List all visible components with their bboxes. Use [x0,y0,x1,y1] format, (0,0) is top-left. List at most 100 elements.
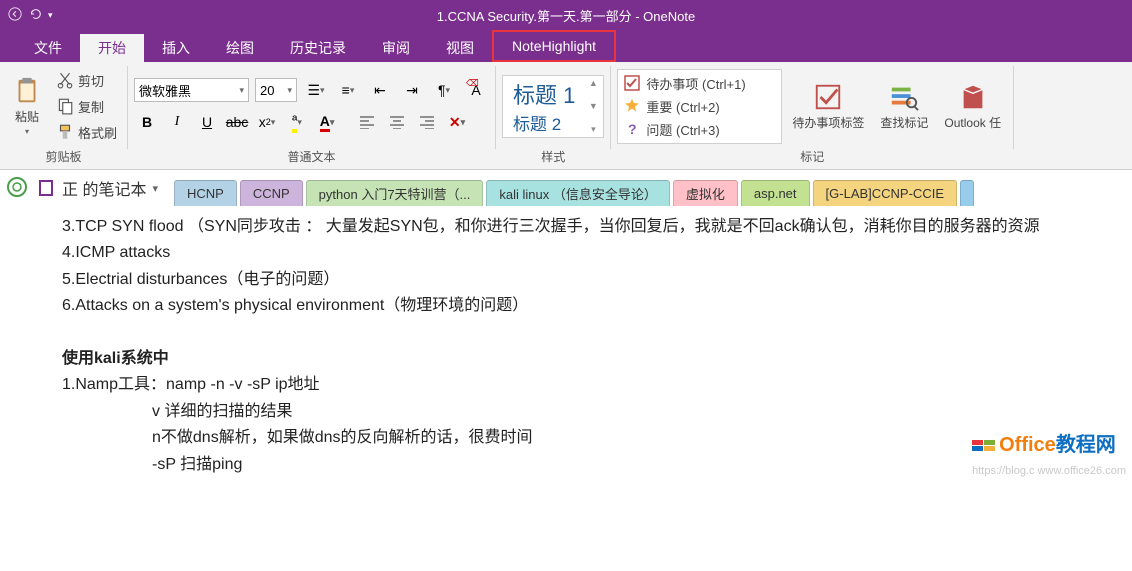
paste-label: 粘贴 [15,108,39,125]
align-center-button[interactable] [384,109,410,135]
style-heading1[interactable]: 标题 1 [513,78,575,110]
page-content[interactable]: 3.TCP SYN flood （SYN同步攻击 ： 大量发起SYN包，和你进行… [0,206,1132,486]
font-color-button[interactable]: A▾ [314,109,340,135]
number-list-button[interactable]: ≡▾ [335,77,361,103]
undo-button[interactable] [28,7,42,24]
tab-draw[interactable]: 绘图 [208,34,272,62]
watermark-url: https://blog.c www.office26.com [972,462,1126,480]
content-line: v 详细的扫描的结果 [62,399,1106,425]
paste-button[interactable]: 粘贴 ▾ [6,74,48,138]
content-heading: 使用kali系统中 [62,346,1106,372]
cut-button[interactable]: 剪切 [52,69,121,91]
group-styles: 标题 1 标题 2 ▲ ▼ ▾ 样式 [496,62,610,169]
strikethrough-button[interactable]: abc [224,109,250,135]
chevron-down-icon: ▾ [287,85,292,96]
outlook-tasks-button[interactable]: Outlook 任 [938,80,1007,133]
styles-gallery[interactable]: 标题 1 标题 2 ▲ ▼ ▾ [502,75,604,138]
content-line: 3.TCP SYN flood （SYN同步攻击 ： 大量发起SYN包，和你进行… [62,214,1106,240]
tags-gallery[interactable]: 待办事项 (Ctrl+1) 重要 (Ctrl+2) ? 问题 (Ctrl+3) [617,69,782,144]
section-tab-ccnp[interactable]: CCNP [240,180,303,206]
chevron-down-icon: ▾ [152,182,158,195]
content-line: 6.Attacks on a system's physical environ… [62,293,1106,319]
qat-customize-button[interactable]: ▾ [48,10,53,21]
format-painter-button[interactable]: 格式刷 [52,121,121,143]
outlook-tasks-label: Outlook 任 [944,114,1001,131]
copy-button[interactable]: 复制 [52,95,121,117]
tab-file[interactable]: 文件 [16,34,80,62]
content-line: -sP 扫描ping [62,452,1106,478]
paragraph-button[interactable]: ¶▾ [431,77,457,103]
tag-important-label: 重要 (Ctrl+2) [646,97,719,116]
find-tags-label: 查找标记 [880,114,928,131]
find-tags-button[interactable]: 查找标记 [874,80,934,133]
group-tags: 待办事项 (Ctrl+1) 重要 (Ctrl+2) ? 问题 (Ctrl+3) … [611,62,1013,169]
logo-icon [972,440,995,451]
content-line: n不做dns解析，如果做dns的反向解析的话，很费时间 [62,425,1106,451]
tab-review[interactable]: 审阅 [364,34,428,62]
italic-button[interactable]: I [164,109,190,135]
indent-button[interactable]: ⇥ [399,77,425,103]
section-tab-virtualization[interactable]: 虚拟化 [673,180,738,206]
sync-icon[interactable] [6,176,28,201]
align-right-button[interactable] [414,109,440,135]
back-button[interactable] [8,7,22,24]
underline-button[interactable]: U [194,109,220,135]
clear-formatting-button[interactable]: A⌫ [463,77,489,103]
tab-notehighlight[interactable]: NoteHighlight [492,30,616,62]
font-size-value: 20 [260,83,274,98]
tag-todo[interactable]: 待办事项 (Ctrl+1) [620,72,779,95]
copy-label: 复制 [78,97,104,116]
section-tab-kali[interactable]: kali linux （信息安全导论） [486,180,669,206]
notebook-selector[interactable]: 正 的笔记本 ▾ [36,176,158,200]
delete-button[interactable]: ✕▾ [444,109,470,135]
todo-tag-label: 待办事项标签 [792,114,864,131]
content-line: 1.Namp工具：namp -n -v -sP ip地址 [62,372,1106,398]
group-clipboard-label: 剪贴板 [6,146,121,167]
style-heading2[interactable]: 标题 2 [513,110,575,135]
watermark: Office教程网 https://blog.c www.office26.co… [972,429,1126,480]
notebook-bar: 正 的笔记本 ▾ HCNP CCNP python 入门7天特训营（... ka… [0,170,1132,206]
outdent-button[interactable]: ⇤ [367,77,393,103]
group-font-label: 普通文本 [134,146,489,167]
content-line: 4.ICMP attacks [62,240,1106,266]
content-line: 5.Electrial disturbances（电子的问题） [62,267,1106,293]
section-tab-glab[interactable]: [G-LAB]CCNP-CCIE [813,180,957,206]
highlight-button[interactable]: ª▾ [284,109,310,135]
window-titlebar: ▾ 1.CCNA Security.第一天.第一部分 - OneNote [0,0,1132,30]
cut-label: 剪切 [78,71,104,90]
tag-important[interactable]: 重要 (Ctrl+2) [620,95,779,118]
tab-insert[interactable]: 插入 [144,34,208,62]
bullet-list-button[interactable]: ☰▾ [303,77,329,103]
section-tab-more[interactable] [960,180,974,206]
font-name-combo[interactable]: 微软雅黑 ▾ [134,78,249,102]
section-tab-python[interactable]: python 入门7天特训营（... [306,180,484,206]
window-title: 1.CCNA Security.第一天.第一部分 - OneNote [0,6,1132,25]
tab-home[interactable]: 开始 [80,34,144,62]
notebook-name: 正 的笔记本 [62,176,146,200]
tab-history[interactable]: 历史记录 [272,34,364,62]
todo-tag-button[interactable]: 待办事项标签 [786,80,870,133]
align-left-button[interactable] [354,109,380,135]
ribbon-tab-strip: 文件 开始 插入 绘图 历史记录 审阅 视图 NoteHighlight [0,30,1132,62]
group-clipboard: 粘贴 ▾ 剪切 复制 格式刷 剪贴板 [0,62,127,169]
group-font: 微软雅黑 ▾ 20 ▾ ☰▾ ≡▾ ⇤ ⇥ ¶▾ A⌫ B I [128,62,495,169]
subscript-button[interactable]: x2▾ [254,109,280,135]
ribbon: 粘贴 ▾ 剪切 复制 格式刷 剪贴板 [0,62,1132,170]
tab-view[interactable]: 视图 [428,34,492,62]
bold-button[interactable]: B [134,109,160,135]
styles-expand[interactable]: ▾ [591,124,596,135]
tag-todo-label: 待办事项 (Ctrl+1) [646,74,745,93]
section-tabs: HCNP CCNP python 入门7天特训营（... kali linux … [174,170,974,206]
watermark-brand2: 教程网 [1056,434,1116,456]
styles-scroll-down[interactable]: ▼ [589,101,598,111]
styles-scroll-up[interactable]: ▲ [589,78,598,88]
group-tags-label: 标记 [617,146,1007,167]
section-tab-hcnp[interactable]: HCNP [174,180,237,206]
section-tab-aspnet[interactable]: asp.net [741,180,810,206]
font-size-combo[interactable]: 20 ▾ [255,78,297,102]
watermark-brand1: Office [999,434,1056,456]
tag-question[interactable]: ? 问题 (Ctrl+3) [620,118,779,141]
group-styles-label: 样式 [502,146,604,167]
font-name-value: 微软雅黑 [139,81,191,100]
svg-text:?: ? [628,121,637,137]
